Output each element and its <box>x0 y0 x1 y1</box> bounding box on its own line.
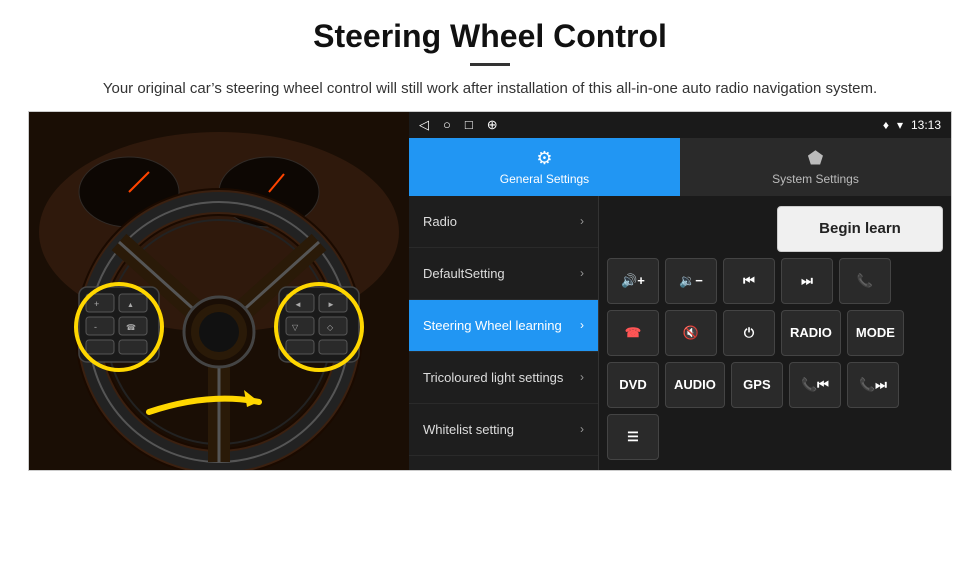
phone-button[interactable]: 📞 <box>839 258 891 304</box>
begin-learn-button[interactable]: Begin learn <box>777 206 943 252</box>
steering-wheel-svg: + ▲ - ☎ ◄ ► ▽ ◇ <box>29 112 409 470</box>
tel-next-icon: 📞⏭ <box>859 377 887 393</box>
android-ui: ◁ ○ □ ⊕ ♦ ▾ 13:13 ⚙ General Settings <box>409 112 951 470</box>
menu-item-radio[interactable]: Radio › <box>409 196 598 248</box>
wifi-icon: ▾ <box>897 118 903 132</box>
vol-up-icon: 🔊+ <box>621 273 645 289</box>
radio-button[interactable]: RADIO <box>781 310 841 356</box>
mode-label: MODE <box>856 325 895 340</box>
audio-label: AUDIO <box>674 377 716 392</box>
back-icon[interactable]: ◁ <box>419 117 429 133</box>
status-time: 13:13 <box>911 118 941 132</box>
controls-row-3: DVD AUDIO GPS 📞⏮ 📞⏭ <box>607 362 943 408</box>
svg-text:◇: ◇ <box>327 323 334 332</box>
page-title: Steering Wheel Control <box>60 18 920 55</box>
hangup-button[interactable]: ☎ <box>607 310 659 356</box>
power-button[interactable]: ⏻ <box>723 310 775 356</box>
audio-button[interactable]: AUDIO <box>665 362 725 408</box>
menu-item-steering[interactable]: Steering Wheel learning › <box>409 300 598 352</box>
svg-text:-: - <box>94 322 97 332</box>
svg-text:▲: ▲ <box>127 302 134 309</box>
page-wrapper: Steering Wheel Control Your original car… <box>0 0 980 471</box>
menu-tricoloured-label: Tricoloured light settings <box>423 370 563 385</box>
menu-item-tricoloured[interactable]: Tricoloured light settings › <box>409 352 598 404</box>
svg-text:+: + <box>94 299 99 309</box>
mute-button[interactable]: 🔇 <box>665 310 717 356</box>
power-icon: ⏻ <box>744 325 754 341</box>
controls-panel: Begin learn 🔊+ 🔉− ⏮ <box>599 196 951 470</box>
tab-system[interactable]: ⬟ System Settings <box>680 138 951 196</box>
system-settings-icon: ⬟ <box>808 148 824 169</box>
controls-row-0: Begin learn <box>607 206 943 252</box>
recents-icon[interactable]: □ <box>465 117 473 132</box>
tab-system-label: System Settings <box>772 172 859 186</box>
steering-wheel-wrapper: + ▲ - ☎ ◄ ► ▽ ◇ <box>29 112 409 470</box>
page-header: Steering Wheel Control Your original car… <box>0 0 980 111</box>
menu-radio-label: Radio <box>423 214 457 229</box>
tab-general-label: General Settings <box>500 172 589 186</box>
status-bar-right: ♦ ▾ 13:13 <box>883 118 941 132</box>
menu-item-whitelist[interactable]: Whitelist setting › <box>409 404 598 456</box>
settings-tabs: ⚙ General Settings ⬟ System Settings <box>409 138 951 196</box>
home-icon[interactable]: ○ <box>443 117 451 132</box>
tab-general[interactable]: ⚙ General Settings <box>409 138 680 196</box>
menu-item-defaultsetting[interactable]: DefaultSetting › <box>409 248 598 300</box>
tel-prev-icon: 📞⏮ <box>801 377 829 393</box>
controls-row-2: ☎ 🔇 ⏻ RADIO MODE <box>607 310 943 356</box>
controls-row-1: 🔊+ 🔉− ⏮ ⏭ 📞 <box>607 258 943 304</box>
chevron-icon-whitelist: › <box>580 422 584 436</box>
chevron-icon-default: › <box>580 266 584 280</box>
prev-icon: ⏮ <box>743 273 755 289</box>
apps-icon[interactable]: ⊕ <box>487 117 498 133</box>
next-icon: ⏭ <box>801 273 813 289</box>
phone-icon: 📞 <box>857 273 873 289</box>
svg-text:►: ► <box>327 300 335 309</box>
list-icon: ☰ <box>627 429 639 445</box>
chevron-icon-tricoloured: › <box>580 370 584 384</box>
next-button[interactable]: ⏭ <box>781 258 833 304</box>
tel-next-button[interactable]: 📞⏭ <box>847 362 899 408</box>
gps-button[interactable]: GPS <box>731 362 783 408</box>
mute-icon: 🔇 <box>683 325 699 341</box>
content-area: + ▲ - ☎ ◄ ► ▽ ◇ <box>28 111 952 471</box>
radio-label: RADIO <box>790 325 832 340</box>
svg-text:◄: ◄ <box>294 300 302 309</box>
status-bar-left: ◁ ○ □ ⊕ <box>419 117 498 133</box>
prev-button[interactable]: ⏮ <box>723 258 775 304</box>
dvd-label: DVD <box>619 377 646 392</box>
page-divider <box>470 63 510 66</box>
page-subtitle: Your original car’s steering wheel contr… <box>60 78 920 101</box>
status-bar: ◁ ○ □ ⊕ ♦ ▾ 13:13 <box>409 112 951 138</box>
menu-panel: Radio › DefaultSetting › Steering Wheel … <box>409 196 599 470</box>
tel-prev-button[interactable]: 📞⏮ <box>789 362 841 408</box>
list-button[interactable]: ☰ <box>607 414 659 460</box>
chevron-icon-radio: › <box>580 214 584 228</box>
steering-wheel-image: + ▲ - ☎ ◄ ► ▽ ◇ <box>29 112 409 470</box>
empty-space-0 <box>607 206 771 252</box>
chevron-icon-steering: › <box>580 318 584 332</box>
menu-whitelist-label: Whitelist setting <box>423 422 514 437</box>
mode-button[interactable]: MODE <box>847 310 904 356</box>
svg-text:▽: ▽ <box>292 323 299 332</box>
main-content: Radio › DefaultSetting › Steering Wheel … <box>409 196 951 470</box>
location-icon: ♦ <box>883 118 889 132</box>
vol-up-button[interactable]: 🔊+ <box>607 258 659 304</box>
menu-default-label: DefaultSetting <box>423 266 505 281</box>
menu-steering-label: Steering Wheel learning <box>423 318 562 333</box>
svg-text:☎: ☎ <box>126 323 136 332</box>
hangup-icon: ☎ <box>625 325 641 341</box>
controls-row-4: ☰ <box>607 414 943 460</box>
gps-label: GPS <box>743 377 770 392</box>
vol-down-icon: 🔉− <box>679 273 703 289</box>
vol-down-button[interactable]: 🔉− <box>665 258 717 304</box>
dvd-button[interactable]: DVD <box>607 362 659 408</box>
general-settings-icon: ⚙ <box>536 148 552 169</box>
